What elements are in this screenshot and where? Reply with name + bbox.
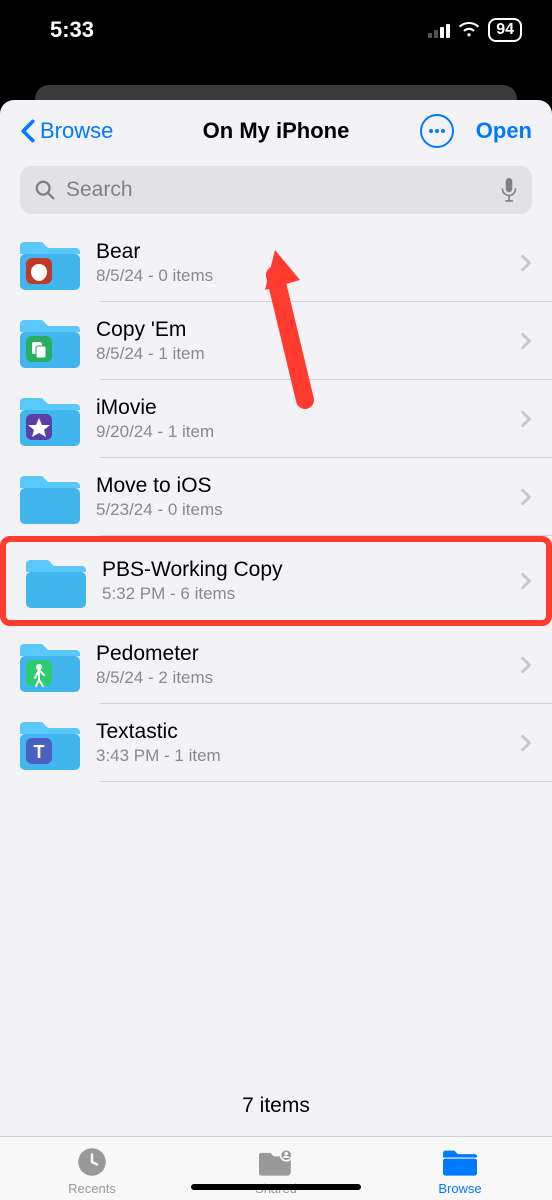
page-title: On My iPhone [203, 118, 350, 144]
back-label: Browse [40, 118, 113, 144]
folder-icon [20, 234, 80, 292]
folder-subtitle: 5:32 PM - 6 items [102, 584, 504, 604]
status-bar: 5:33 94 [0, 0, 552, 60]
folder-name: Textastic [96, 720, 504, 744]
cellular-icon [428, 22, 450, 38]
folder-list[interactable]: Bear 8/5/24 - 0 items Copy 'Em 8/5/24 - … [0, 224, 552, 1076]
chevron-left-icon [20, 119, 36, 143]
folder-row[interactable]: iMovie 9/20/24 - 1 item [20, 380, 552, 458]
folder-icon [26, 552, 86, 610]
chevron-right-icon [520, 410, 532, 428]
files-sheet: Browse On My iPhone Open Bear 8/5/24 - 0… [0, 100, 552, 1200]
chevron-right-icon [520, 656, 532, 674]
clock-icon [75, 1147, 109, 1177]
navigation-bar: Browse On My iPhone Open [0, 100, 552, 162]
folder-name: Bear [96, 240, 504, 264]
back-button[interactable]: Browse [20, 118, 113, 144]
status-time: 5:33 [50, 17, 94, 43]
folder-icon [20, 312, 80, 370]
chevron-right-icon [520, 332, 532, 350]
search-bar[interactable] [20, 166, 532, 214]
open-button[interactable]: Open [476, 118, 532, 144]
folder-name: PBS-Working Copy [102, 558, 504, 582]
folder-name: Copy 'Em [96, 318, 504, 342]
battery-icon: 94 [488, 18, 522, 42]
shared-folder-icon [259, 1147, 293, 1177]
folder-subtitle: 8/5/24 - 0 items [96, 266, 504, 286]
folder-row[interactable]: Move to iOS 5/23/24 - 0 items [20, 458, 552, 536]
svg-text:T: T [34, 742, 45, 762]
search-input[interactable] [66, 178, 490, 202]
folder-row[interactable]: Copy 'Em 8/5/24 - 1 item [20, 302, 552, 380]
tab-recents[interactable]: Recents [42, 1147, 142, 1196]
folder-name: Pedometer [96, 642, 504, 666]
chevron-right-icon [520, 254, 532, 272]
tab-browse[interactable]: Browse [410, 1147, 510, 1196]
folder-subtitle: 9/20/24 - 1 item [96, 422, 504, 442]
folder-name: Move to iOS [96, 474, 504, 498]
folder-subtitle: 5/23/24 - 0 items [96, 500, 504, 520]
folder-row[interactable]: PBS-Working Copy 5:32 PM - 6 items [26, 542, 546, 620]
folder-icon: T [20, 714, 80, 772]
folder-icon [20, 468, 80, 526]
folder-name: iMovie [96, 396, 504, 420]
tab-bar: Recents Shared Browse [0, 1136, 552, 1200]
folder-subtitle: 3:43 PM - 1 item [96, 746, 504, 766]
folder-subtitle: 8/5/24 - 1 item [96, 344, 504, 364]
status-indicators: 94 [428, 18, 522, 42]
ellipsis-icon [428, 128, 446, 134]
folder-row[interactable]: T Textastic 3:43 PM - 1 item [20, 704, 552, 782]
item-count: 7 items [0, 1076, 552, 1136]
chevron-right-icon [520, 572, 532, 590]
more-menu-button[interactable] [420, 114, 454, 148]
folder-icon [20, 390, 80, 448]
home-indicator[interactable] [191, 1184, 361, 1190]
wifi-icon [458, 22, 480, 38]
folder-row[interactable]: Pedometer 8/5/24 - 2 items [20, 626, 552, 704]
chevron-right-icon [520, 488, 532, 506]
folder-icon [443, 1147, 477, 1177]
folder-subtitle: 8/5/24 - 2 items [96, 668, 504, 688]
folder-icon [20, 636, 80, 694]
microphone-icon[interactable] [500, 178, 518, 202]
folder-row[interactable]: Bear 8/5/24 - 0 items [20, 224, 552, 302]
search-icon [34, 179, 56, 201]
chevron-right-icon [520, 734, 532, 752]
